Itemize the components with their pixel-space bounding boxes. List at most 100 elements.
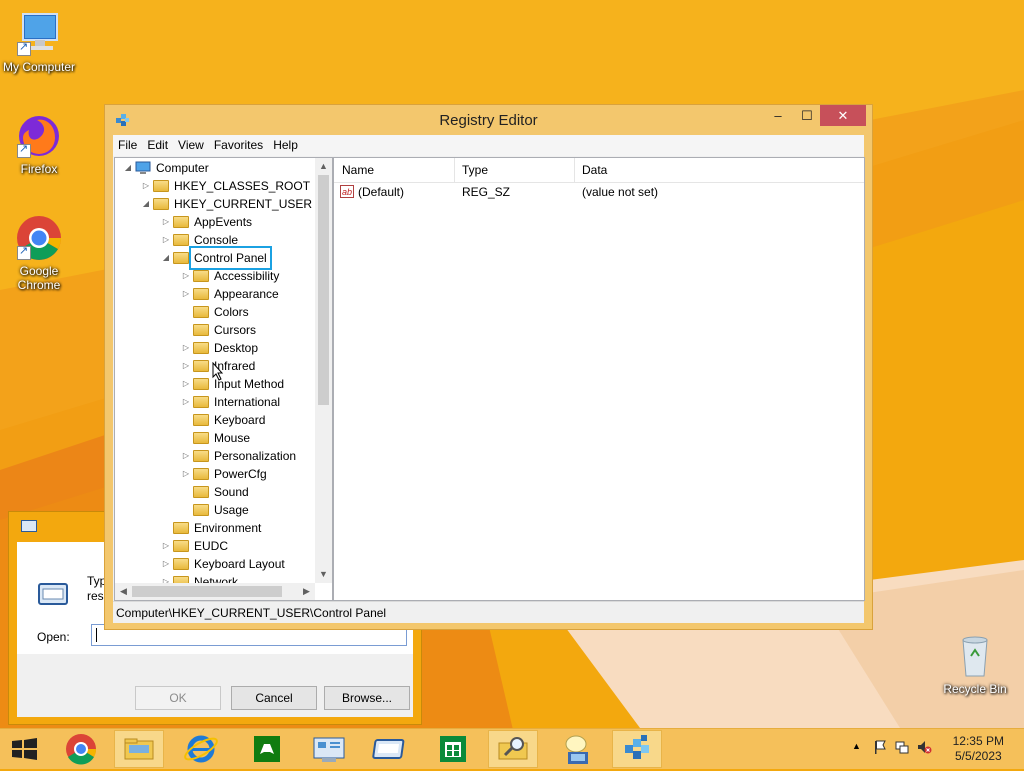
expand-arrow-icon[interactable]: ▷ [161,573,171,583]
volume-muted-icon[interactable] [916,739,932,758]
value-row[interactable]: ab (Default) REG_SZ (value not set) [334,183,864,201]
tree-node[interactable]: ▷ EUDC [161,537,230,555]
tree-node[interactable]: Cursors [181,321,258,339]
maximize-button[interactable]: ☐ [794,105,820,126]
scroll-thumb[interactable] [132,586,282,597]
expand-arrow-icon[interactable]: ▷ [141,177,151,195]
minimize-button[interactable]: – [765,105,791,126]
tree-node[interactable]: ▷ Accessibility [181,267,281,285]
expand-arrow-icon[interactable]: ▷ [181,465,191,483]
close-button[interactable]: ✕ [820,105,866,126]
show-hidden-icons-icon[interactable]: ▲ [852,741,861,751]
expand-arrow-icon[interactable]: ▷ [181,267,191,285]
tree-node-label: Personalization [214,449,297,463]
tree-node[interactable]: Mouse [181,429,252,447]
tree-vertical-scrollbar[interactable]: ▲ ▼ [315,158,332,583]
scroll-up-icon[interactable]: ▲ [315,158,332,175]
tree-node[interactable]: Environment [161,519,263,537]
tree-node[interactable]: Colors [181,303,251,321]
window-title: Registry Editor [439,112,538,129]
expand-arrow-icon[interactable]: ▷ [181,393,191,411]
taskbar-chrome[interactable] [56,730,106,768]
tree-node[interactable]: Sound [181,483,251,501]
tree-node[interactable]: ▷ PowerCfg [181,465,269,483]
tree-node-label: Accessibility [214,269,280,283]
expand-arrow-icon[interactable]: ▷ [161,213,171,231]
folder-icon [193,288,209,300]
menu-view[interactable]: View [173,135,209,152]
collapse-arrow-icon[interactable]: ◢ [161,249,171,267]
ok-button[interactable]: OK [135,686,221,710]
tree-horizontal-scrollbar[interactable]: ◀ ▶ [115,583,315,600]
menu-help[interactable]: Help [268,135,303,152]
column-header-data[interactable]: Data [582,163,607,177]
text-caret [96,628,97,642]
column-divider[interactable] [454,158,455,182]
folder-icon [173,216,189,228]
folder-icon [193,432,209,444]
expand-arrow-icon[interactable]: ▷ [161,555,171,573]
taskbar-help[interactable] [552,730,602,768]
tree-node[interactable]: ▷ AppEvents [161,213,254,231]
registry-editor-icon [625,735,649,759]
collapse-arrow-icon[interactable]: ◢ [141,195,151,213]
scroll-left-icon[interactable]: ◀ [115,583,132,600]
scroll-down-icon[interactable]: ▼ [315,566,332,583]
tree-node[interactable]: ▷ International [181,393,282,411]
column-divider[interactable] [574,158,575,182]
menu-edit[interactable]: Edit [142,135,173,152]
tree-node[interactable]: ▷ Personalization [181,447,298,465]
value-data: (value not set) [582,185,659,199]
scroll-thumb[interactable] [318,175,329,405]
expand-arrow-icon[interactable]: ▷ [181,357,191,375]
expand-arrow-icon[interactable]: ▷ [181,447,191,465]
tree-node[interactable]: ▷ HKEY_CLASSES_ROOT [141,177,312,195]
expand-arrow-icon[interactable]: ▷ [181,339,191,357]
start-button[interactable] [0,730,50,768]
taskbar-search-explorer[interactable] [488,730,538,768]
menu-favorites[interactable]: Favorites [209,135,268,152]
tree-node[interactable]: ◢ HKEY_CURRENT_USER [141,195,314,213]
title-bar[interactable]: Registry Editor – ☐ ✕ [105,105,872,135]
desktop-icon-my-computer[interactable]: My Computer [0,10,78,74]
tree-node[interactable]: Usage [181,501,251,519]
folder-icon [193,270,209,282]
clock[interactable]: 12:35 PM 5/5/2023 [953,734,1004,764]
tree-node[interactable]: ▷ Network [161,573,240,583]
expand-arrow-icon[interactable]: ▷ [181,285,191,303]
tree-node[interactable]: ▷ Keyboard Layout [161,555,287,573]
expand-arrow-icon[interactable]: ▷ [161,231,171,249]
expand-arrow-icon[interactable]: ▷ [181,375,191,393]
folder-icon [173,234,189,246]
desktop-icon-google-chrome[interactable]: Google Chrome [0,214,78,292]
taskbar-run[interactable] [366,730,416,768]
tree-node[interactable]: ◢ Computer [123,159,211,177]
folder-icon [193,342,209,354]
desktop-icon-firefox[interactable]: Firefox [0,112,78,176]
column-header-name[interactable]: Name [342,163,374,177]
tree-node[interactable]: Keyboard [181,411,267,429]
tree-node-label: Environment [194,521,262,535]
taskbar-internet-explorer[interactable] [176,730,226,768]
taskbar-store[interactable] [428,730,478,768]
column-header-type[interactable]: Type [462,163,488,177]
action-center-flag-icon[interactable] [872,739,888,758]
taskbar-registry-editor[interactable] [612,730,662,768]
browse-button[interactable]: Browse... [324,686,410,710]
menu-file[interactable]: File [113,135,142,152]
cancel-button[interactable]: Cancel [231,686,317,710]
value-type: REG_SZ [462,185,511,199]
desktop-icon-recycle-bin[interactable]: Recycle Bin [936,632,1014,696]
scroll-right-icon[interactable]: ▶ [298,583,315,600]
tree-node[interactable]: ▷ Console [161,231,240,249]
tree-node[interactable]: ▷ Input Method [181,375,286,393]
collapse-arrow-icon[interactable]: ◢ [123,159,133,177]
tree-node[interactable]: ▷ Desktop [181,339,260,357]
expand-arrow-icon[interactable]: ▷ [161,537,171,555]
tree-node[interactable]: ▷ Appearance [181,285,281,303]
network-icon[interactable] [894,739,910,758]
tree-node[interactable]: ◢ Control Panel [161,246,272,270]
taskbar-control-panel[interactable] [304,730,354,768]
taskbar-xbox-games[interactable] [242,730,292,768]
taskbar-file-explorer[interactable] [114,730,164,768]
